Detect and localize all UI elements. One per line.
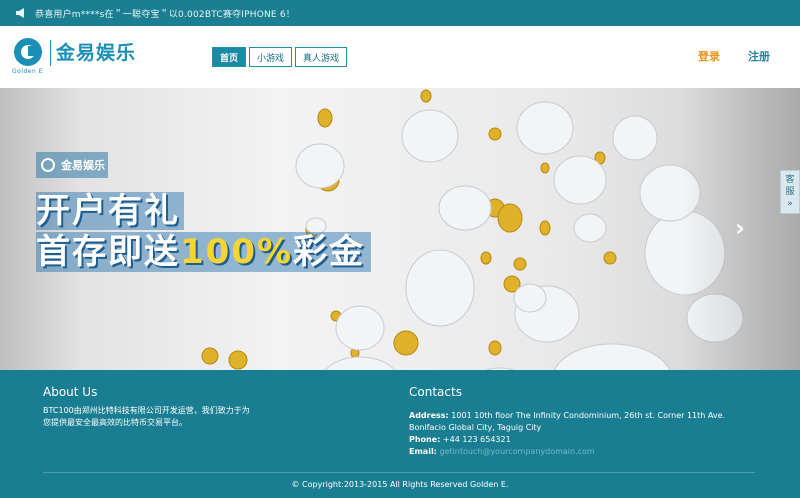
about-title: About Us (43, 385, 98, 399)
customer-service-tab[interactable]: 客 服 » (780, 170, 800, 214)
site-header: Golden E 金易娱乐 首页 小游戏 真人游戏 登录 注册 (0, 26, 800, 88)
copyright-text: © Copyright:2013-2015 All Rights Reserve… (291, 480, 509, 489)
logo-text: 金易娱乐 (56, 42, 137, 64)
promo-banner[interactable]: 金易娱乐 开户有礼 首存即送100%彩金 › (0, 88, 800, 370)
about-text-line-1: BTC100由郑州比特科技有限公司开发运营，我们致力于为 (43, 406, 250, 415)
register-link[interactable]: 注册 (748, 48, 770, 64)
logo-mark-icon (14, 38, 42, 66)
nav-home[interactable]: 首页 (212, 47, 247, 67)
nav-mini-games[interactable]: 小游戏 (249, 47, 293, 67)
site-footer: About Us BTC100由郑州比特科技有限公司开发运营，我们致力于为 您提… (0, 370, 800, 498)
address-label: Address: (409, 411, 449, 420)
banner-headline-2-highlight: 100% (180, 232, 294, 272)
about-text-line-2: 您提供最安全最高效的比特币交易平台。 (43, 418, 187, 427)
banner-brand-badge: 金易娱乐 (36, 152, 108, 178)
service-label-2: 服 (785, 187, 795, 197)
megaphone-icon (15, 8, 27, 18)
banner-headline-1: 开户有礼 (36, 192, 184, 230)
about-text: BTC100由郑州比特科技有限公司开发运营，我们致力于为 您提供最安全最高效的比… (43, 405, 283, 429)
banner-headline-2-suffix: 彩金 (293, 232, 366, 272)
announcement-bar: 恭喜用户m****s在＂一聪夺宝＂以0.002BTC赛夺IPHONE 6！ (0, 0, 800, 26)
logo-subtitle: Golden E (12, 68, 43, 75)
nav-live-games[interactable]: 真人游戏 (295, 47, 348, 67)
banner-headline-2: 首存即送100%彩金 (36, 232, 372, 272)
footer-divider (43, 472, 755, 473)
contact-list: Address: 1001 10th floor The Infinity Co… (409, 410, 749, 458)
contact-phone: Phone: +44 123 654321 (409, 434, 749, 446)
email-link[interactable]: getintouch@yourcompanydomain.com (439, 447, 594, 456)
email-label: Email: (409, 447, 437, 456)
banner-brand-text: 金易娱乐 (61, 159, 105, 172)
logo-divider (50, 40, 51, 66)
main-nav: 首页 小游戏 真人游戏 (212, 47, 348, 67)
service-label-1: 客 (785, 175, 795, 185)
contact-address: Address: 1001 10th floor The Infinity Co… (409, 410, 749, 434)
phone-label: Phone: (409, 435, 441, 444)
contacts-title: Contacts (409, 385, 462, 399)
double-chevron-icon: » (787, 199, 793, 209)
logo-mark-icon (41, 158, 55, 172)
contact-email: Email: getintouch@yourcompanydomain.com (409, 446, 749, 458)
site-logo[interactable]: Golden E 金易娱乐 (10, 34, 150, 80)
phone-value: +44 123 654321 (442, 435, 511, 444)
address-value: 1001 10th floor The Infinity Condominium… (409, 411, 726, 432)
login-link[interactable]: 登录 (698, 48, 720, 64)
announcement-text: 恭喜用户m****s在＂一聪夺宝＂以0.002BTC赛夺IPHONE 6！ (35, 9, 295, 20)
next-slide-arrow-icon[interactable]: › (732, 216, 748, 240)
banner-headline-2-prefix: 首存即送 (36, 232, 180, 272)
